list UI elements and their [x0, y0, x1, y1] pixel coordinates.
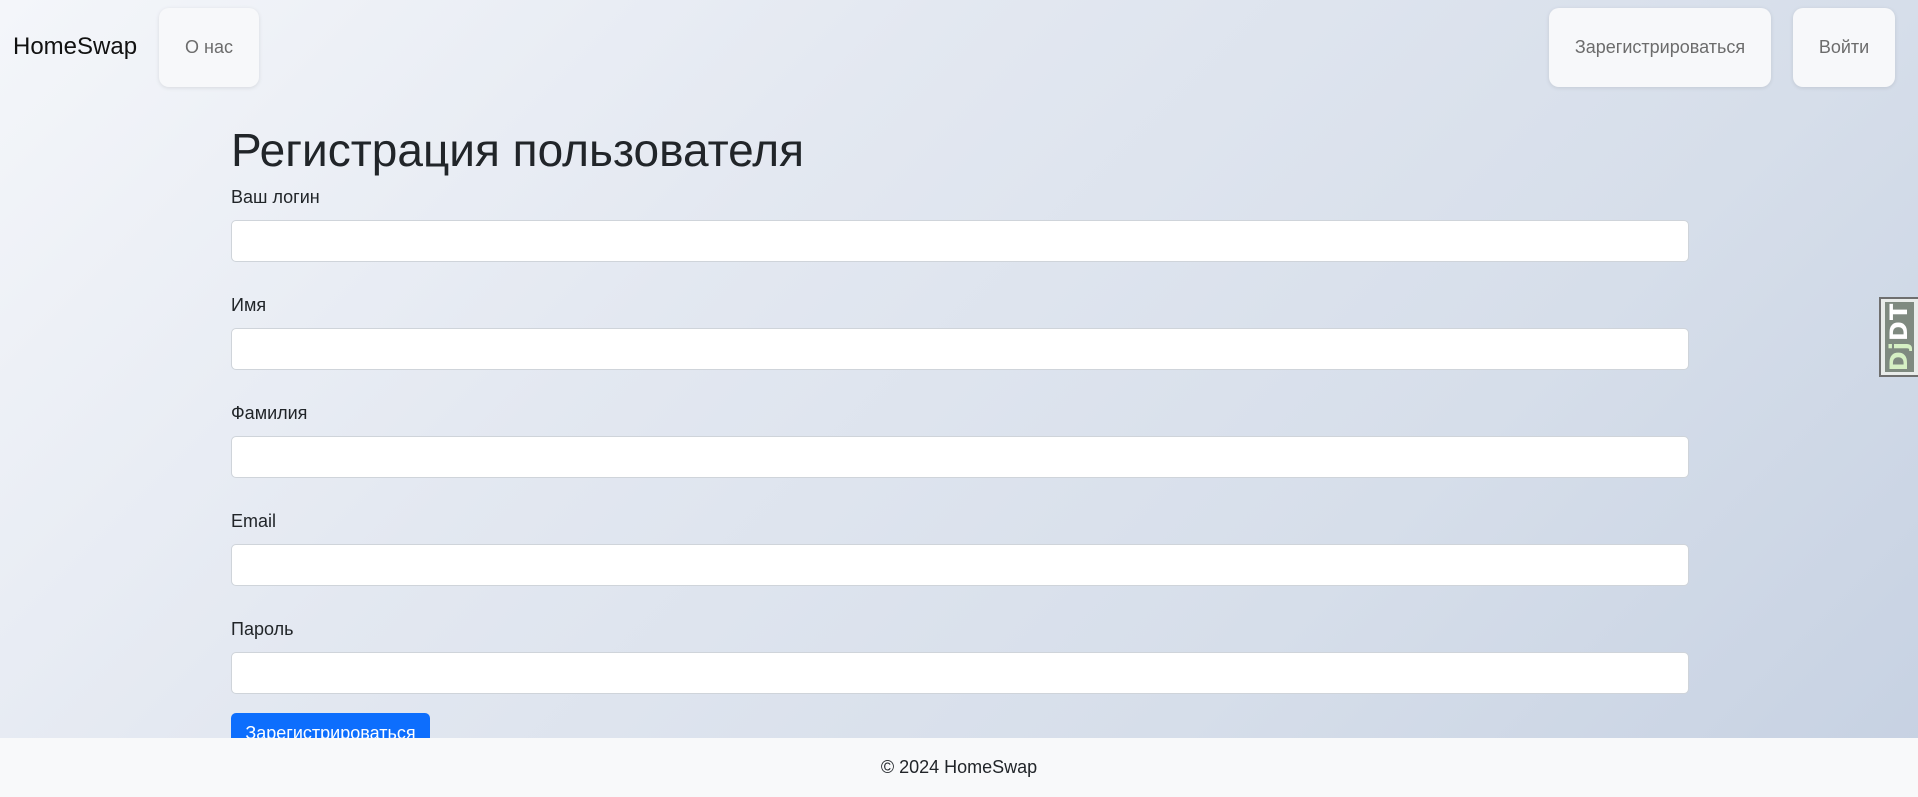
login-input[interactable] — [231, 220, 1689, 262]
registration-form: Ваш логин Имя Фамилия Email Пароль Зарег… — [231, 186, 1689, 755]
password-label: Пароль — [231, 619, 294, 639]
debug-toolbar-label-dt: DT — [1885, 302, 1914, 342]
nav-login-button[interactable]: Войти — [1793, 8, 1895, 87]
footer-copyright: © 2024 HomeSwap — [880, 757, 1038, 777]
page-title: Регистрация пользователя — [231, 124, 804, 176]
last-name-input[interactable] — [231, 436, 1689, 478]
navbar: HomeSwap О нас Зарегистрироваться Войти — [0, 0, 1918, 95]
email-input[interactable] — [231, 544, 1689, 586]
nav-about-button[interactable]: О нас — [159, 8, 259, 87]
email-field-group: Email — [231, 510, 1689, 586]
registration-container: Регистрация пользователя Ваш логин Имя Ф… — [231, 122, 1689, 755]
email-label: Email — [231, 511, 277, 531]
password-input[interactable] — [231, 652, 1689, 694]
first-name-label: Имя — [231, 295, 267, 315]
django-debug-toolbar-icon: DjDT — [1885, 302, 1914, 372]
first-name-input[interactable] — [231, 328, 1689, 370]
debug-toolbar-label-dj: Dj — [1885, 341, 1914, 372]
last-name-label: Фамилия — [231, 403, 308, 423]
footer: © 2024 HomeSwap — [0, 738, 1918, 797]
first-name-field-group: Имя — [231, 294, 1689, 370]
debug-toolbar-handle[interactable]: DjDT — [1879, 297, 1918, 377]
brand-logo-link[interactable]: HomeSwap — [13, 33, 137, 61]
nav-register-button[interactable]: Зарегистрироваться — [1549, 8, 1771, 87]
login-label: Ваш логин — [231, 187, 320, 207]
login-field-group: Ваш логин — [231, 186, 1689, 262]
last-name-field-group: Фамилия — [231, 402, 1689, 478]
debug-toolbar-label: DjDT — [1885, 302, 1914, 372]
password-field-group: Пароль — [231, 618, 1689, 694]
